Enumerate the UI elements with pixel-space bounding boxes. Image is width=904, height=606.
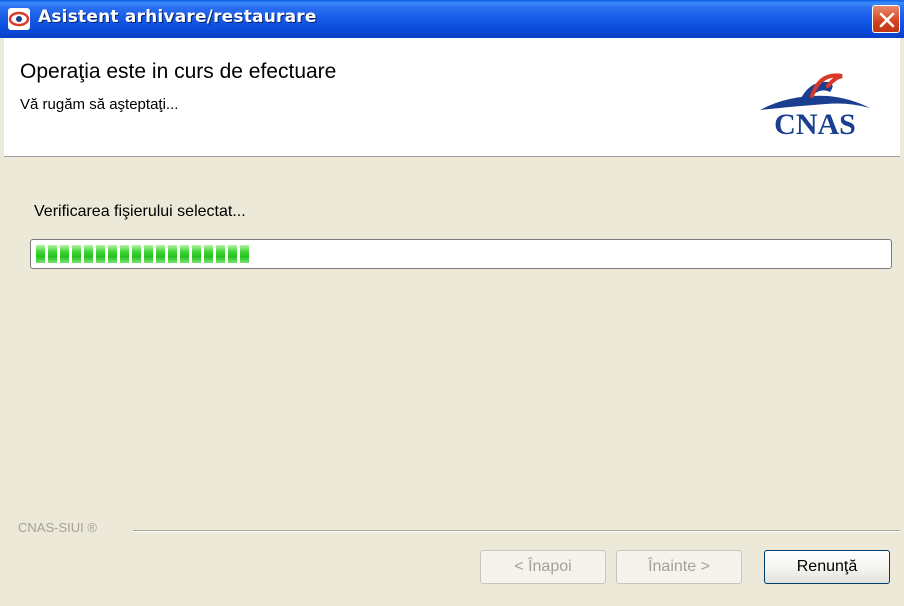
progress-segment — [48, 245, 57, 263]
cancel-button[interactable]: Renunţă — [764, 550, 890, 584]
progress-segment — [240, 245, 249, 263]
footer-divider — [133, 530, 900, 532]
progress-segment — [108, 245, 117, 263]
progress-segment — [204, 245, 213, 263]
progress-fill — [36, 245, 886, 263]
progress-segment — [192, 245, 201, 263]
progress-segment — [168, 245, 177, 263]
page-title: Operaţia este in curs de efectuare — [20, 60, 337, 83]
progress-segment — [180, 245, 189, 263]
progress-segment — [84, 245, 93, 263]
progress-segment — [216, 245, 225, 263]
progress-segment — [96, 245, 105, 263]
progress-segment — [156, 245, 165, 263]
progress-segment — [120, 245, 129, 263]
cnas-logo: CNAS — [760, 73, 870, 138]
progress-segment — [72, 245, 81, 263]
next-button[interactable]: Înainte > — [616, 550, 742, 584]
wizard-window: Asistent arhivare/restaurare Operaţia es… — [0, 0, 904, 606]
footer-brand-label: CNAS-SIUI ® — [18, 520, 97, 535]
back-button[interactable]: < Înapoi — [480, 550, 606, 584]
progress-segment — [60, 245, 69, 263]
progress-bar — [30, 239, 892, 269]
title-bar[interactable]: Asistent arhivare/restaurare — [0, 0, 904, 38]
progress-segment — [132, 245, 141, 263]
window-title: Asistent arhivare/restaurare — [38, 7, 317, 27]
progress-segment — [228, 245, 237, 263]
logo-text: CNAS — [774, 108, 856, 138]
progress-segment — [144, 245, 153, 263]
close-icon — [879, 12, 895, 28]
progress-segment — [36, 245, 45, 263]
page-subtitle: Vă rugăm să aşteptaţi... — [20, 96, 179, 113]
close-button[interactable] — [872, 5, 900, 33]
cnas-app-icon — [8, 8, 30, 30]
wizard-body: Verificarea fişierului selectat... — [4, 157, 900, 527]
wizard-header: Operaţia este in curs de efectuare Vă ru… — [4, 38, 900, 157]
status-text: Verificarea fişierului selectat... — [34, 203, 246, 220]
